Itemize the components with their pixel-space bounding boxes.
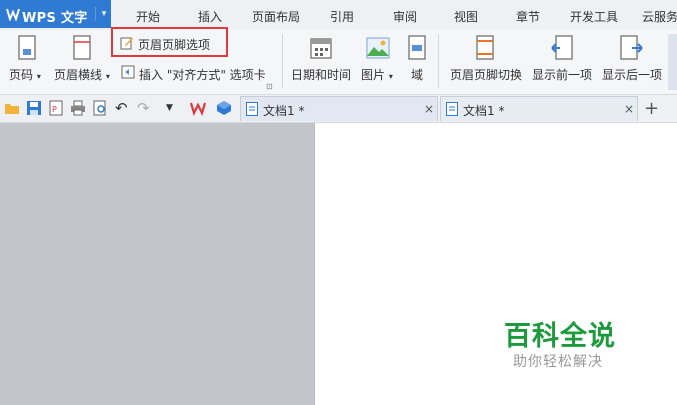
page-number-button[interactable]: 页码 ▾: [9, 66, 41, 83]
tab-review[interactable]: 审阅: [393, 8, 417, 25]
divider: [282, 34, 283, 88]
field-icon: [408, 35, 426, 60]
field-button[interactable]: 域: [411, 66, 423, 83]
show-next-icon: [620, 35, 643, 60]
redo-icon[interactable]: ↷: [137, 100, 153, 116]
wps-logo-icon: [6, 8, 20, 21]
dialog-launcher-icon[interactable]: ⊡: [266, 82, 273, 91]
export-pdf-icon[interactable]: P: [48, 100, 64, 116]
show-previous-icon: [551, 35, 573, 60]
tab-section[interactable]: 章节: [516, 8, 540, 25]
print-preview-icon[interactable]: [92, 100, 108, 116]
page-number-icon: [18, 35, 36, 60]
ribbon: 页码 ▾ 页眉横线 ▾ 页眉页脚选项 插入 "对齐方式" 选项卡 ⊡ 日期和时间…: [0, 30, 677, 95]
insert-tab-icon: [121, 65, 135, 79]
chevron-down-icon: ▾: [105, 72, 110, 81]
open-folder-icon[interactable]: [4, 100, 20, 116]
ribbon-overflow[interactable]: [668, 34, 677, 90]
document-tab[interactable]: 文档1 * ×: [440, 96, 638, 121]
new-tab-button[interactable]: +: [644, 98, 659, 119]
document-icon: [246, 102, 258, 116]
show-previous-button[interactable]: 显示前一项: [532, 66, 592, 83]
tab-insert[interactable]: 插入: [198, 8, 222, 25]
tab-page-layout[interactable]: 页面布局: [252, 8, 300, 25]
document-page[interactable]: [314, 123, 677, 405]
menu-bar: WPS 文字 ▾ 开始 插入 页面布局 引用 审阅 视图 章节 开发工具 云服务: [0, 0, 677, 31]
chevron-down-icon: ▾: [36, 72, 41, 81]
watermark-title: 百科全说: [504, 321, 616, 352]
switch-header-footer-icon: [476, 35, 494, 60]
chevron-down-icon: ▾: [388, 72, 393, 81]
undo-icon[interactable]: ↶: [115, 100, 131, 116]
document-icon: [446, 102, 458, 116]
insert-align-tab-button[interactable]: 插入 "对齐方式" 选项卡: [139, 66, 266, 83]
tab-developer[interactable]: 开发工具: [570, 8, 618, 25]
watermark-subtitle: 助你轻松解决: [513, 354, 603, 370]
show-next-button[interactable]: 显示后一项: [602, 66, 662, 83]
calendar-icon: [310, 38, 332, 59]
cube-icon[interactable]: [216, 100, 232, 116]
switch-header-footer-button[interactable]: 页眉页脚切换: [450, 66, 522, 83]
header-line-label: 页眉横线: [54, 68, 103, 82]
print-icon[interactable]: [70, 100, 86, 116]
picture-button[interactable]: 图片 ▾: [361, 66, 393, 83]
chevron-down-icon[interactable]: ▼: [166, 100, 182, 116]
page-number-label: 页码: [9, 68, 34, 82]
close-icon[interactable]: ×: [624, 102, 634, 116]
document-tab-bar: P ↶ ↷ ▼ 文档1 * × 文档1 * ×: [0, 95, 677, 123]
save-icon[interactable]: [26, 100, 42, 116]
document-tab-label: 文档1 *: [463, 104, 505, 118]
close-icon[interactable]: ×: [424, 102, 434, 116]
highlight-box: [111, 27, 228, 57]
tab-cloud[interactable]: 云服务: [642, 8, 677, 25]
header-line-icon: [73, 35, 91, 60]
tab-references[interactable]: 引用: [330, 8, 354, 25]
chevron-down-icon[interactable]: ▾: [95, 7, 112, 21]
tab-view[interactable]: 视图: [454, 8, 478, 25]
svg-text:P: P: [52, 105, 57, 114]
divider: [438, 34, 439, 88]
header-line-button[interactable]: 页眉横线 ▾: [54, 66, 110, 83]
picture-label: 图片: [361, 68, 386, 82]
date-time-button[interactable]: 日期和时间: [291, 66, 351, 83]
picture-icon: [366, 37, 390, 59]
wps-brand-icon[interactable]: [190, 100, 206, 116]
document-tab-label: 文档1 *: [263, 104, 305, 118]
document-tab[interactable]: 文档1 * ×: [240, 96, 438, 121]
app-title: WPS 文字: [22, 11, 88, 26]
tab-home[interactable]: 开始: [136, 8, 160, 25]
wps-app-menu-button[interactable]: WPS 文字 ▾: [0, 0, 111, 28]
